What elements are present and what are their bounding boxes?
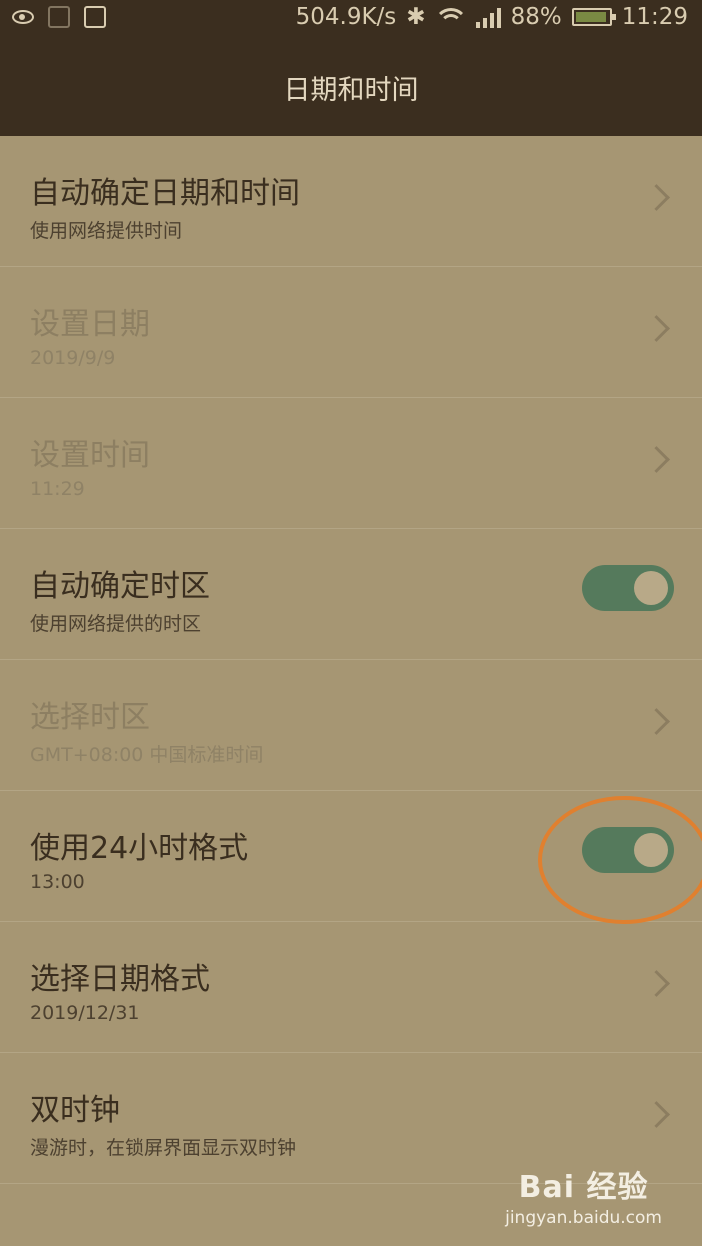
setting-title: 选择时区: [30, 700, 150, 735]
setting-title: 双时钟: [30, 1093, 120, 1128]
setting-title: 使用24小时格式: [30, 831, 249, 866]
setting-subtitle: GMT+08:00 中国标准时间: [30, 744, 264, 766]
setting-subtitle: 使用网络提供时间: [30, 220, 183, 242]
header-bar: 日期和时间: [0, 38, 702, 136]
watermark-brand: Bai 经验: [518, 1170, 649, 1205]
chevron-right-icon: [643, 1101, 670, 1128]
setting-title: 设置日期: [30, 307, 150, 342]
gallery-icon: [84, 6, 106, 28]
chevron-right-icon: [643, 184, 670, 211]
page-title: 日期和时间: [283, 74, 419, 106]
setting-title: 设置时间: [30, 438, 150, 473]
setting-title: 选择日期格式: [30, 962, 210, 997]
battery-percent: 88%: [510, 4, 562, 30]
setting-title: 自动确定日期和时间: [30, 176, 300, 211]
notification-icon: [48, 6, 70, 28]
setting-subtitle: 11:29: [30, 478, 85, 500]
setting-select-timezone[interactable]: 选择时区 GMT+08:00 中国标准时间: [0, 660, 702, 791]
chevron-right-icon: [643, 446, 670, 473]
chevron-right-icon: [643, 315, 670, 342]
setting-subtitle: 2019/9/9: [30, 347, 116, 369]
bluetooth-icon: ✱: [406, 4, 426, 30]
setting-subtitle: 2019/12/31: [30, 1002, 140, 1024]
eye-icon: [12, 10, 34, 24]
setting-title: 自动确定时区: [30, 569, 210, 604]
setting-subtitle: 使用网络提供的时区: [30, 613, 202, 635]
watermark: Bai 经验 jingyan.baidu.com: [505, 1162, 662, 1228]
auto-timezone-toggle[interactable]: [582, 565, 674, 611]
24-hour-format-toggle[interactable]: [582, 827, 674, 873]
settings-list: 自动确定日期和时间 使用网络提供时间 设置日期 2019/9/9 设置时间 11…: [0, 136, 702, 1184]
network-speed: 504.9K/s: [295, 4, 397, 30]
signal-icon: [475, 6, 501, 28]
setting-auto-timezone: 自动确定时区 使用网络提供的时区: [0, 529, 702, 660]
wifi-icon: [435, 6, 466, 28]
setting-subtitle: 漫游时，在锁屏界面显示双时钟: [30, 1137, 297, 1159]
watermark-url: jingyan.baidu.com: [505, 1208, 662, 1228]
status-bar: 504.9K/s ✱ 88% 11:29: [0, 0, 702, 38]
setting-24-hour-format: 使用24小时格式 13:00: [0, 791, 702, 922]
chevron-right-icon: [643, 970, 670, 997]
clock: 11:29: [621, 4, 688, 30]
setting-set-time[interactable]: 设置时间 11:29: [0, 398, 702, 529]
setting-auto-date-time[interactable]: 自动确定日期和时间 使用网络提供时间: [0, 136, 702, 267]
setting-subtitle: 13:00: [30, 871, 85, 893]
chevron-right-icon: [643, 708, 670, 735]
battery-icon: [571, 8, 616, 26]
setting-date-format[interactable]: 选择日期格式 2019/12/31: [0, 922, 702, 1053]
setting-set-date[interactable]: 设置日期 2019/9/9: [0, 267, 702, 398]
